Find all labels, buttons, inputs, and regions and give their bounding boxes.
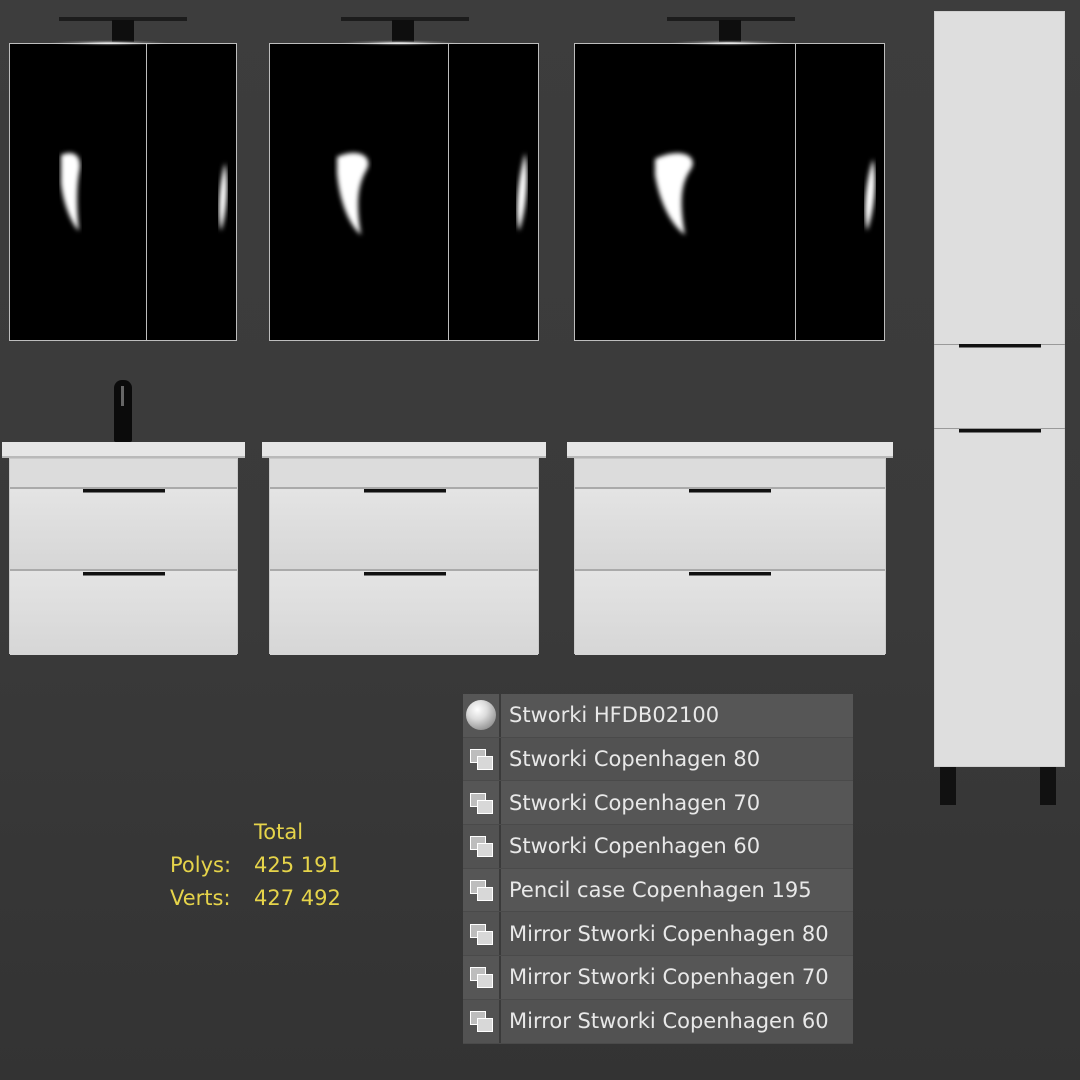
vanity-cabinet: [574, 458, 886, 655]
light-reflection: [655, 153, 875, 235]
washbasin-top: [2, 442, 245, 458]
washbasin-top: [567, 442, 893, 458]
light-reflection: [61, 153, 228, 231]
object-group-icon: [463, 956, 501, 999]
vanity-cabinet: [9, 458, 238, 655]
layer-label: Pencil case Copenhagen 195: [509, 878, 812, 903]
drawer-handle: [689, 489, 771, 493]
layer-row[interactable]: Stworki Copenhagen 70: [463, 781, 853, 826]
drawer-handle: [83, 489, 165, 493]
layer-row[interactable]: Mirror Stworki Copenhagen 70: [463, 956, 853, 1000]
light-glow: [49, 40, 169, 46]
pencil-case-leg: [940, 767, 956, 805]
mirror-body: [574, 40, 885, 341]
layer-label: Stworki HFDB02100: [509, 703, 720, 728]
drawer-handle: [689, 572, 771, 576]
lower-drawer[interactable]: [10, 569, 237, 655]
washbasin-top: [262, 442, 546, 458]
mirror-lamp-stem: [392, 20, 414, 42]
upper-drawer[interactable]: [10, 487, 237, 569]
stats-overlay: Total Polys: 425 191 Verts: 427 492: [170, 816, 341, 915]
stats-header: Total: [254, 820, 304, 844]
mirror-lamp-stem: [719, 20, 741, 42]
lower-drawer[interactable]: [270, 569, 538, 655]
object-group-icon: [463, 912, 501, 956]
light-glow: [669, 40, 789, 46]
verts-label: Verts:: [170, 886, 231, 910]
layer-label: Mirror Stworki Copenhagen 70: [509, 965, 829, 990]
object-group-icon: [463, 999, 501, 1043]
viewport[interactable]: Total Polys: 425 191 Verts: 427 492 Stwo…: [0, 0, 1080, 1080]
faucet-highlight: [121, 386, 124, 406]
drawer-handle: [364, 572, 446, 576]
lower-drawer[interactable]: [575, 569, 885, 655]
vanity-cabinet: [269, 458, 539, 655]
upper-drawer[interactable]: [575, 487, 885, 569]
layer-label: Stworki Copenhagen 60: [509, 834, 761, 859]
pencil-case-body: [934, 11, 1065, 767]
mirror-body: [269, 40, 539, 341]
light-reflection: [337, 152, 527, 235]
polys-label: Polys:: [170, 853, 232, 877]
pencil-case-handle: [959, 429, 1041, 433]
mirror-lamp-stem: [112, 20, 134, 42]
layer-row[interactable]: Stworki Copenhagen 60: [463, 825, 853, 869]
drawer-handle: [364, 489, 446, 493]
layer-row[interactable]: Pencil case Copenhagen 195: [463, 868, 853, 913]
layer-list: Stworki HFDB02100 Stworki Copenhagen 80 …: [463, 694, 853, 1044]
layer-label: Stworki Copenhagen 80: [509, 747, 761, 772]
object-group-icon: [463, 737, 501, 781]
layer-label: Mirror Stworki Copenhagen 60: [509, 1009, 829, 1034]
mirror-body: [9, 40, 237, 341]
upper-drawer[interactable]: [270, 487, 538, 569]
object-group-icon: [463, 868, 501, 912]
light-glow: [339, 40, 459, 46]
object-group-icon: [463, 825, 501, 868]
object-group-icon: [463, 781, 501, 825]
sphere-icon: [463, 694, 501, 737]
pencil-case-leg: [1040, 767, 1056, 805]
verts-value: 427 492: [254, 886, 341, 910]
layer-label: Stworki Copenhagen 70: [509, 790, 761, 815]
layer-row[interactable]: Stworki Copenhagen 80: [463, 737, 853, 782]
layer-row[interactable]: Mirror Stworki Copenhagen 80: [463, 912, 853, 957]
layer-label: Mirror Stworki Copenhagen 80: [509, 921, 829, 946]
layer-row[interactable]: Mirror Stworki Copenhagen 60: [463, 999, 853, 1044]
polys-value: 425 191: [254, 853, 341, 877]
drawer-handle: [83, 572, 165, 576]
layer-row[interactable]: Stworki HFDB02100: [463, 694, 853, 738]
pencil-case-handle: [959, 344, 1041, 348]
